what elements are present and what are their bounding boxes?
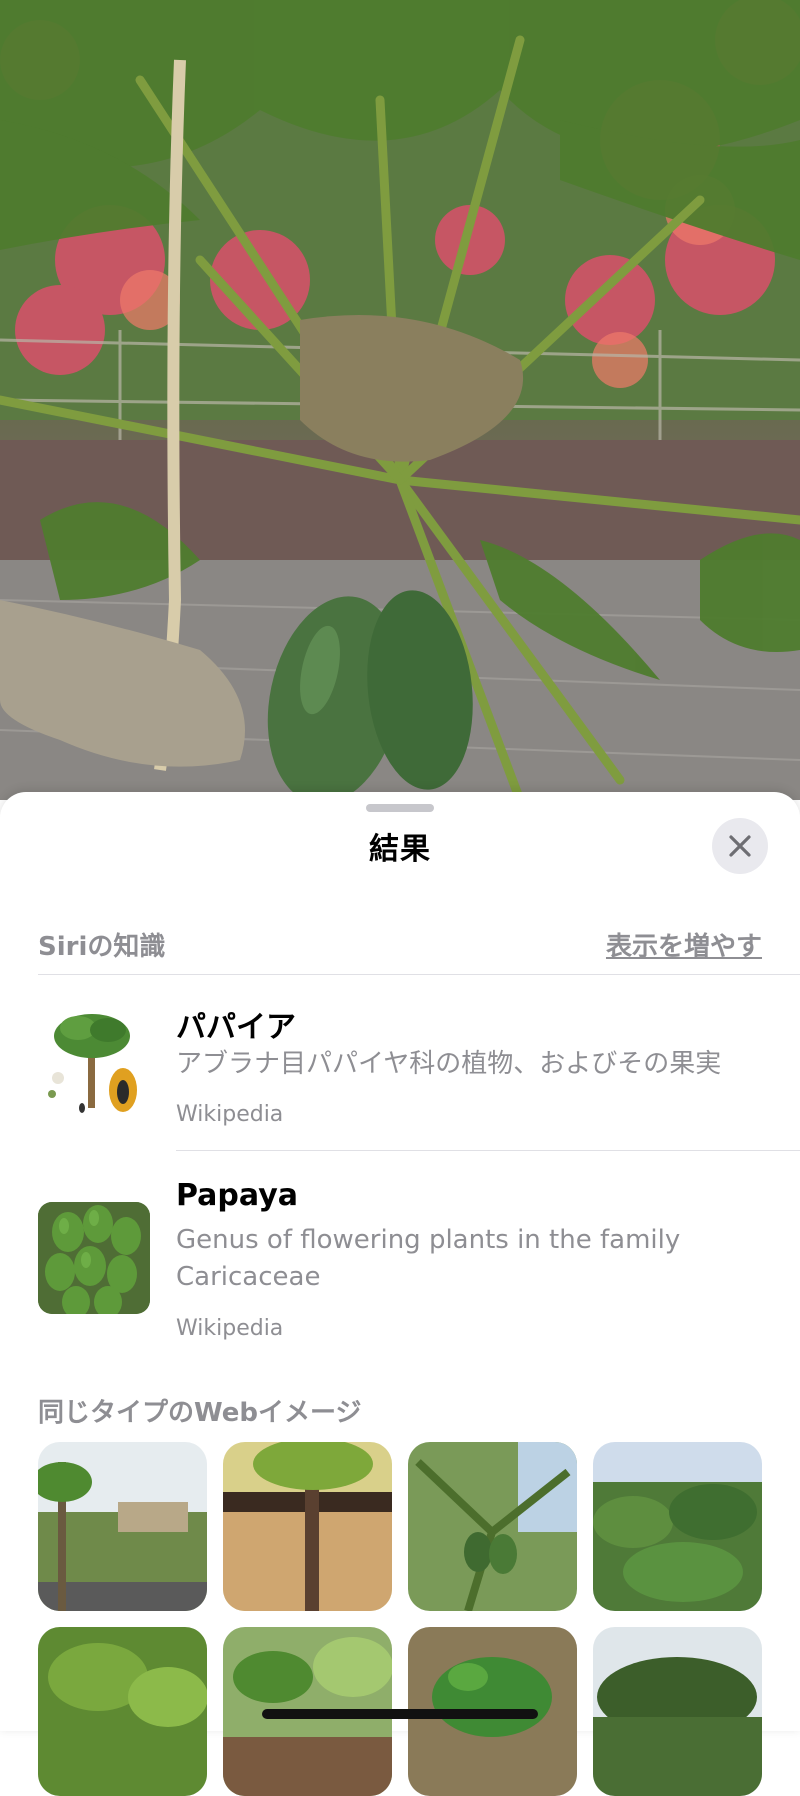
divider bbox=[176, 1150, 800, 1151]
result-title: パパイア bbox=[176, 1010, 296, 1045]
result-source: Wikipedia bbox=[176, 1102, 284, 1127]
home-indicator[interactable] bbox=[262, 1709, 538, 1719]
sheet-title: 結果 bbox=[369, 832, 431, 867]
results-sheet: 結果 Siriの知識 表示を増やす パパイア アブラナ目パパイヤ科の植物、および… bbox=[0, 792, 800, 1796]
divider bbox=[38, 974, 800, 975]
papaya-illustration-icon bbox=[38, 1008, 150, 1120]
knowledge-result[interactable]: Papaya Genus of flowering plants in the … bbox=[0, 1168, 800, 1358]
web-image-thumbnail[interactable] bbox=[38, 1627, 207, 1796]
papaya-fruit-photo bbox=[38, 1202, 150, 1314]
siri-knowledge-header: Siriの知識 bbox=[38, 932, 166, 962]
papaya-tree-photo bbox=[0, 0, 800, 800]
close-icon bbox=[729, 835, 751, 857]
show-more-link[interactable]: 表示を増やす bbox=[606, 926, 762, 963]
photo-background bbox=[0, 0, 800, 800]
result-title: Papaya bbox=[176, 1178, 299, 1213]
web-image-thumbnail[interactable] bbox=[593, 1627, 762, 1796]
result-source: Wikipedia bbox=[176, 1316, 284, 1341]
web-image-thumbnail[interactable] bbox=[593, 1442, 762, 1611]
close-button[interactable] bbox=[712, 818, 768, 874]
sheet-grabber[interactable] bbox=[366, 804, 434, 812]
web-image-thumbnail[interactable] bbox=[38, 1442, 207, 1611]
result-description: アブラナ目パパイヤ科の植物、およびその果実 bbox=[176, 1049, 722, 1079]
web-image-thumbnail[interactable] bbox=[223, 1442, 392, 1611]
web-images-header: 同じタイプのWebイメージ bbox=[38, 1398, 362, 1428]
web-image-thumbnail[interactable] bbox=[408, 1442, 577, 1611]
result-description: Genus of flowering plants in the family … bbox=[176, 1225, 681, 1292]
knowledge-result[interactable]: パパイア アブラナ目パパイヤ科の植物、およびその果実 Wikipedia bbox=[0, 992, 800, 1142]
